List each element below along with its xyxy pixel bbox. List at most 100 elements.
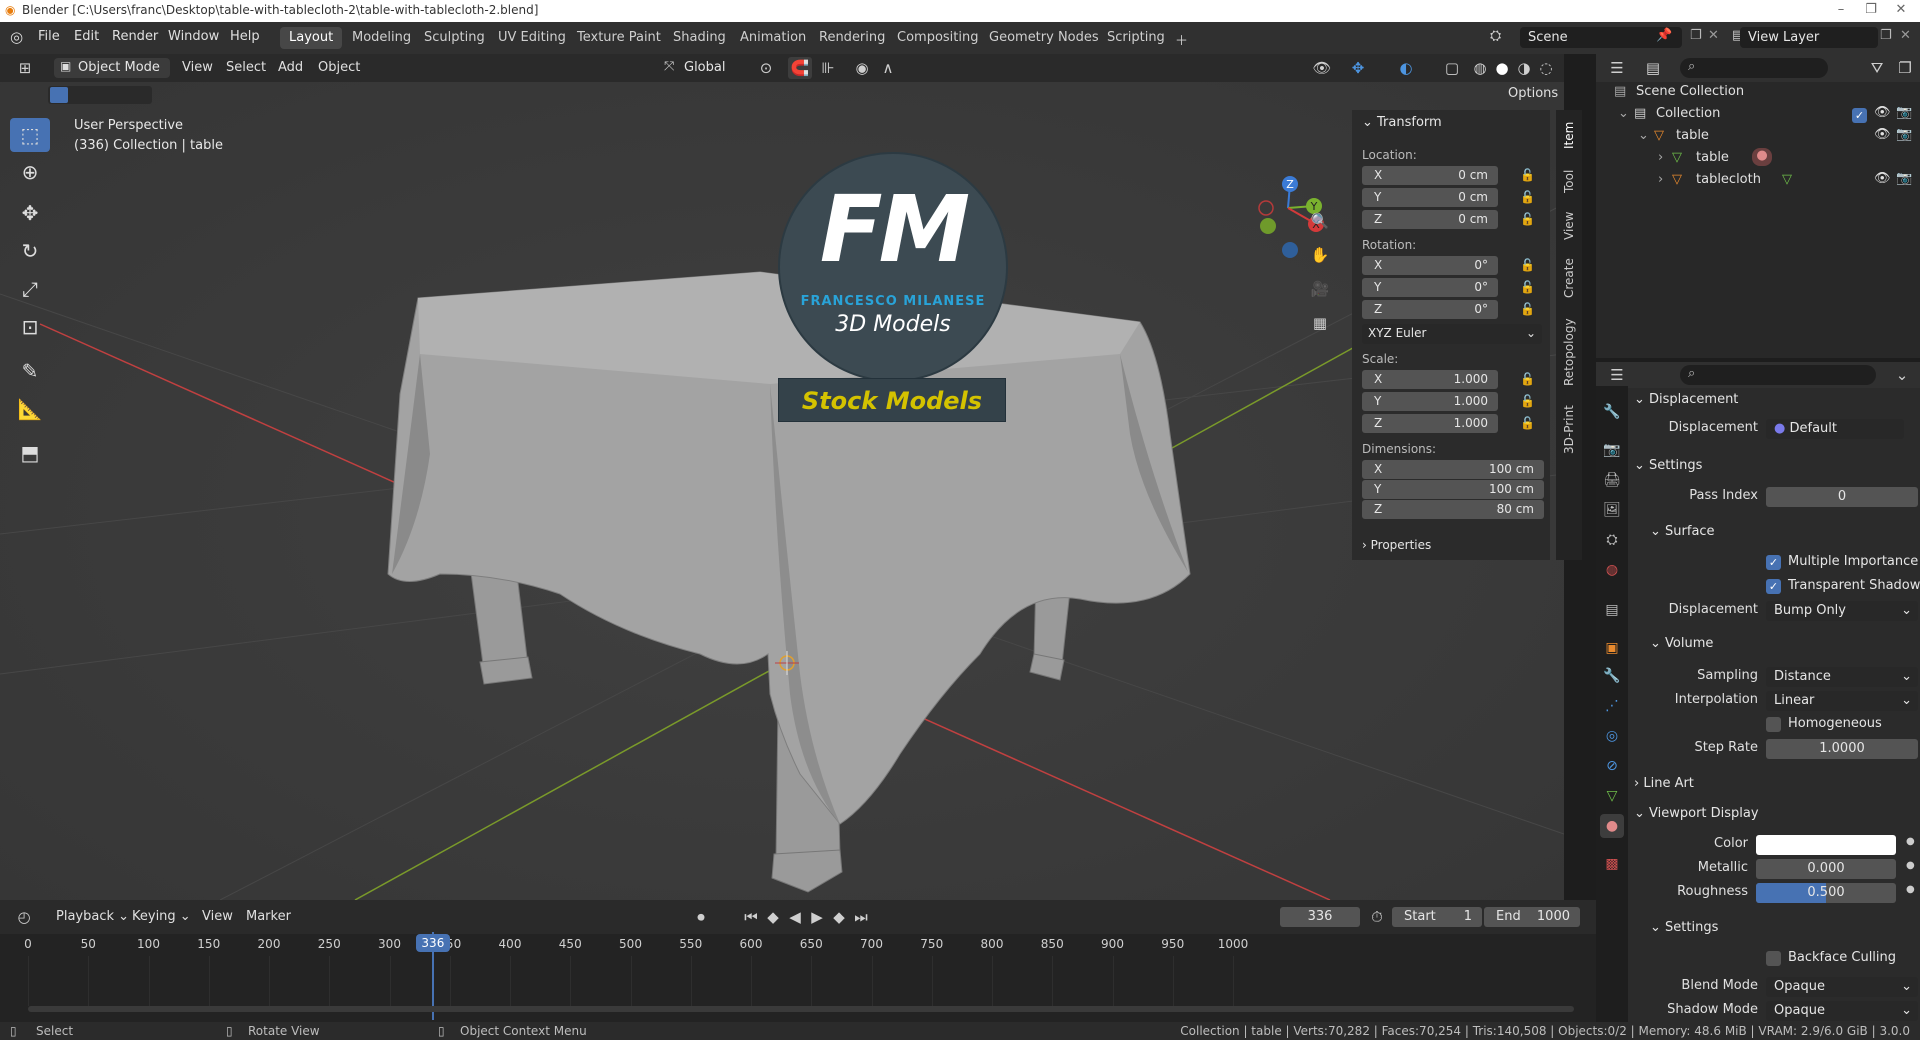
tab-compositing[interactable]: Compositing: [888, 27, 988, 49]
select-new-icon[interactable]: [50, 87, 68, 103]
texture-tab-icon[interactable]: ▩: [1600, 852, 1624, 876]
expand-icon[interactable]: ›: [1658, 172, 1663, 187]
output-tab-icon[interactable]: 🖨: [1600, 468, 1624, 492]
cursor-tool-icon[interactable]: ⊕: [10, 155, 50, 189]
outliner-search-input[interactable]: ⌕: [1680, 58, 1828, 78]
camera-icon[interactable]: 📷: [1896, 105, 1912, 120]
start-frame-field[interactable]: Start 1: [1392, 907, 1482, 927]
falloff-icon[interactable]: ∧: [876, 57, 900, 79]
menu-help[interactable]: Help: [230, 29, 260, 44]
constraints-tab-icon[interactable]: ⊘: [1600, 754, 1624, 778]
tab-layout[interactable]: Layout: [280, 27, 343, 49]
view-layer-tab-icon[interactable]: 🖼: [1600, 498, 1624, 522]
collection-tab-icon[interactable]: ▤: [1600, 598, 1624, 622]
measure-tool-icon[interactable]: 📐: [10, 392, 50, 426]
next-keyframe-icon[interactable]: ◆: [828, 906, 850, 928]
properties-panel-toggle[interactable]: › Properties: [1362, 538, 1431, 552]
collection-include-checkbox[interactable]: ✓: [1852, 108, 1867, 123]
properties-search-input[interactable]: ⌕: [1680, 365, 1876, 385]
tab-scripting[interactable]: Scripting: [1098, 27, 1174, 49]
keyframe-dot-icon[interactable]: ●: [1906, 836, 1915, 847]
tab-modeling[interactable]: Modeling: [343, 27, 420, 49]
shading-rendered-icon[interactable]: ◌: [1534, 57, 1558, 79]
sampling-dropdown[interactable]: Distance ⌄: [1766, 667, 1918, 687]
record-icon[interactable]: ⏺: [690, 906, 712, 928]
transform-tool-icon[interactable]: ⊡: [10, 310, 50, 344]
location-y-field[interactable]: Y0 cm: [1362, 188, 1498, 207]
lock-icon[interactable]: 🔓: [1520, 372, 1535, 386]
lock-icon[interactable]: 🔓: [1520, 258, 1535, 272]
jump-end-icon[interactable]: ⏭: [850, 906, 872, 928]
menu-window[interactable]: Window: [168, 29, 219, 44]
outliner-item-table[interactable]: table: [1696, 150, 1729, 165]
tab-3d-print[interactable]: 3D-Print: [1562, 402, 1580, 458]
pivot-point-icon[interactable]: ⊙: [752, 57, 780, 79]
expand-icon[interactable]: ⌄: [1618, 106, 1629, 121]
tab-sculpting[interactable]: Sculpting: [415, 27, 494, 49]
menu-keying[interactable]: Keying ⌄: [132, 909, 191, 924]
gizmo-toggle-icon[interactable]: ✥: [1346, 57, 1370, 79]
scene-icon[interactable]: ⛭: [1490, 28, 1501, 44]
rotation-z-field[interactable]: Z 0°: [1362, 300, 1498, 319]
options-button[interactable]: Options: [1508, 86, 1558, 101]
tab-retopology[interactable]: Retopology: [1562, 312, 1580, 392]
scale-y-field[interactable]: Y 1.000: [1362, 392, 1498, 411]
camera-icon[interactable]: 📷: [1896, 171, 1912, 186]
new-scene-icon[interactable]: ❐: [1690, 28, 1702, 43]
transform-header[interactable]: ⌄ Transform: [1362, 115, 1442, 130]
tab-rendering[interactable]: Rendering: [810, 27, 894, 49]
lock-icon[interactable]: 🔓: [1520, 416, 1535, 430]
visibility-icon[interactable]: 👁: [1310, 57, 1334, 79]
jump-start-icon[interactable]: ⏮: [740, 906, 762, 928]
playhead-frame-badge[interactable]: 336: [415, 934, 450, 952]
dimensions-z-field[interactable]: Z 80 cm: [1362, 500, 1544, 519]
menu-view[interactable]: View: [182, 60, 213, 75]
tab-tool[interactable]: Tool: [1562, 164, 1580, 198]
close-button[interactable]: ✕: [1886, 2, 1916, 17]
pin-icon[interactable]: 📌: [1656, 28, 1672, 43]
tab-animation[interactable]: Animation: [731, 27, 815, 49]
mode-selector[interactable]: ▣ Object Mode: [54, 58, 170, 78]
add-cube-tool-icon[interactable]: ⬒: [10, 436, 50, 470]
scale-tool-icon[interactable]: ⤢: [10, 272, 50, 306]
camera-icon[interactable]: 📷: [1896, 127, 1912, 142]
scale-x-field[interactable]: X 1.000: [1362, 370, 1498, 389]
outliner-item-tablecloth[interactable]: tablecloth: [1696, 172, 1761, 187]
scene-collection-label[interactable]: Scene Collection: [1636, 84, 1744, 99]
world-tab-icon[interactable]: ◍: [1600, 558, 1624, 582]
menu-object[interactable]: Object: [318, 60, 360, 75]
lock-icon[interactable]: 🔓: [1520, 394, 1535, 408]
dimensions-x-field[interactable]: X 100 cm: [1362, 460, 1544, 479]
snap-icon[interactable]: 🧲: [788, 57, 812, 79]
menu-file[interactable]: File: [38, 29, 60, 44]
data-tab-icon[interactable]: ▽: [1600, 784, 1624, 808]
menu-playback[interactable]: Playback ⌄: [56, 909, 129, 924]
camera-view-icon[interactable]: 🎥: [1308, 278, 1332, 300]
zoom-icon[interactable]: 🔍: [1308, 210, 1332, 232]
tab-uv-editing[interactable]: UV Editing: [489, 27, 575, 49]
stopwatch-icon[interactable]: ⏱: [1366, 906, 1388, 928]
rotation-mode-dropdown[interactable]: XYZ Euler ⌄: [1362, 324, 1542, 344]
physics-tab-icon[interactable]: ◎: [1600, 724, 1624, 748]
3d-viewport[interactable]: Z Y X FM FRANCESCO MILANESE 3D Models St…: [0, 54, 1564, 900]
shadow-mode-dropdown[interactable]: Opaque ⌄: [1766, 1001, 1918, 1021]
timeline-editor-icon[interactable]: ◴: [8, 906, 40, 928]
surface-displacement-dropdown[interactable]: Bump Only ⌄: [1766, 601, 1918, 621]
interpolation-dropdown[interactable]: Linear ⌄: [1766, 691, 1918, 711]
pan-hand-icon[interactable]: ✋: [1308, 244, 1332, 266]
menu-render[interactable]: Render: [112, 29, 158, 44]
keyframe-dot-icon[interactable]: ●: [1906, 860, 1915, 871]
new-collection-icon[interactable]: ❐: [1894, 57, 1916, 79]
selection-mode-buttons[interactable]: [48, 86, 152, 104]
editor-type-icon[interactable]: ☰: [1604, 57, 1630, 79]
lock-icon[interactable]: 🔓: [1520, 168, 1535, 182]
editor-type-icon[interactable]: ☰: [1604, 364, 1630, 386]
proportional-edit-icon[interactable]: ◉: [850, 57, 874, 79]
new-view-layer-icon[interactable]: ❐: [1880, 28, 1892, 43]
timeline-scrollbar[interactable]: [28, 1006, 1574, 1012]
displacement-socket[interactable]: ● Default: [1766, 419, 1904, 439]
tab-geometry-nodes[interactable]: Geometry Nodes: [980, 27, 1108, 49]
current-frame-field[interactable]: 336: [1280, 907, 1360, 927]
shading-solid-icon[interactable]: ●: [1490, 57, 1514, 79]
transform-orientation-dropdown[interactable]: ⤧ Global: [660, 58, 742, 78]
